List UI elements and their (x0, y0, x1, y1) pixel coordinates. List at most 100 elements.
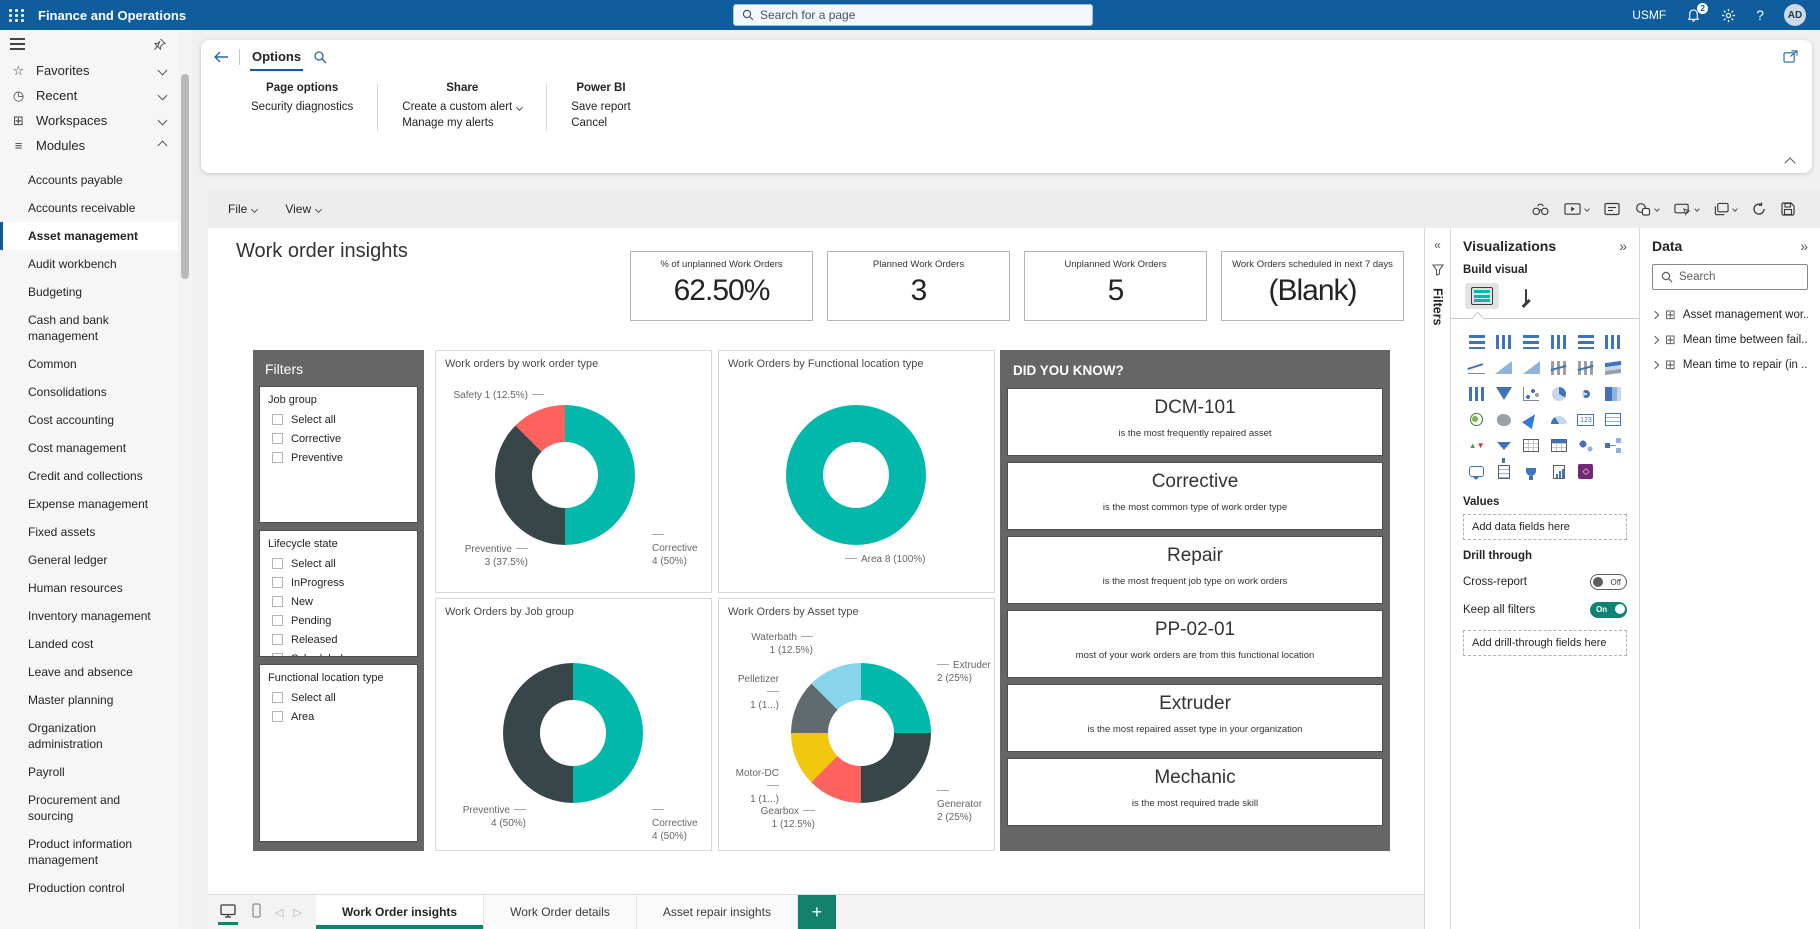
values-field-well[interactable]: Add data fields here (1463, 514, 1627, 540)
100-stacked-column-chart-icon[interactable] (1602, 333, 1624, 350)
checkbox[interactable] (272, 558, 283, 569)
collapse-action-pane-chevron[interactable] (1784, 157, 1795, 168)
sidebar-module-item[interactable]: Procurement and sourcing (0, 786, 178, 830)
card-icon[interactable] (1575, 411, 1597, 428)
pin-icon[interactable] (153, 38, 166, 51)
sidebar-module-item[interactable]: Credit and collections (0, 462, 178, 490)
checkbox[interactable] (272, 692, 283, 703)
help-button[interactable]: ? (1756, 7, 1764, 23)
sidebar-module-item[interactable]: Product information management (0, 830, 178, 874)
button-cursor-icon[interactable] (1671, 199, 1702, 219)
action-search-icon[interactable] (313, 50, 327, 64)
report-page-tab[interactable]: Work Order details (484, 895, 637, 929)
did-you-know-panel[interactable]: DID YOU KNOW? DCM-101 is the most freque… (1000, 350, 1390, 851)
multi-row-card-icon[interactable] (1602, 411, 1624, 428)
matrix-icon[interactable] (1548, 437, 1570, 454)
notifications-button[interactable]: 2 (1686, 8, 1701, 23)
pages-icon[interactable] (1711, 199, 1740, 219)
donut-chart-asset-type[interactable]: Work Orders by Asset type Waterbath1 (12… (718, 598, 995, 851)
donut-chart-functional-location-type[interactable]: Work Orders by Functional location type … (718, 350, 995, 593)
refresh-icon[interactable] (1749, 199, 1769, 219)
next-page-icon[interactable]: ▷ (293, 906, 301, 919)
sidebar-section[interactable]: ◷ Recent (0, 83, 178, 108)
expand-chevron-icon[interactable] (1651, 360, 1659, 368)
checkbox[interactable] (272, 433, 283, 444)
view-menu[interactable]: View (271, 202, 335, 216)
slicer-icon[interactable] (1493, 437, 1515, 454)
app-launcher-icon[interactable] (0, 0, 34, 30)
checkbox[interactable] (272, 596, 283, 607)
report-page-tab[interactable]: Work Order insights (316, 895, 484, 929)
sidebar-module-item[interactable]: Audit workbench (0, 250, 178, 278)
filter-option[interactable]: InProgress (260, 573, 417, 592)
format-visual-tab[interactable] (1525, 290, 1527, 302)
data-field-item[interactable]: ⊞ Asset management wor... (1652, 302, 1808, 327)
donut-chart-job-group[interactable]: Work Orders by Job group Preventive4 (50… (435, 598, 712, 851)
did-you-know-card[interactable]: Extruder is the most repaired asset type… (1007, 684, 1383, 752)
tab-options[interactable]: Options (250, 40, 303, 74)
checkbox[interactable] (272, 634, 283, 645)
smart-narrative-icon[interactable] (1493, 463, 1515, 480)
map-icon[interactable] (1466, 411, 1488, 428)
line-chart-icon[interactable] (1466, 359, 1488, 376)
key-influencers-icon[interactable] (1575, 437, 1597, 454)
keep-all-filters-toggle[interactable]: On (1590, 602, 1627, 618)
report-page-tab[interactable]: Asset repair insights (637, 895, 798, 929)
filter-option[interactable]: Scheduled (260, 649, 417, 657)
create-custom-alert-button[interactable]: Create a custom alert (402, 101, 522, 113)
gauge-icon[interactable] (1548, 411, 1570, 428)
sidebar-module-item[interactable]: Asset management (0, 222, 178, 250)
filter-option[interactable]: New (260, 592, 417, 611)
filter-option[interactable]: Select all (260, 410, 417, 429)
clustered-column-chart-icon[interactable] (1548, 333, 1570, 350)
100-stacked-bar-chart-icon[interactable] (1575, 333, 1597, 350)
sidebar-module-item[interactable]: Payroll (0, 758, 178, 786)
sidebar-module-item[interactable]: Common (0, 350, 178, 378)
kpi-card[interactable]: Work Orders scheduled in next 7 days (Bl… (1221, 251, 1404, 321)
sidebar-module-item[interactable]: Human resources (0, 574, 178, 602)
line-and-stacked-column-chart-icon[interactable] (1548, 359, 1570, 376)
decomposition-tree-icon[interactable] (1602, 437, 1624, 454)
sidebar-module-item[interactable]: Master planning (0, 686, 178, 714)
kpi-icon[interactable] (1466, 437, 1488, 454)
drill-through-field-well[interactable]: Add drill-through fields here (1463, 630, 1627, 656)
checkbox[interactable] (272, 414, 283, 425)
funnel-chart-icon[interactable] (1493, 385, 1515, 402)
filter-option[interactable]: Select all (260, 688, 417, 707)
sidebar-module-item[interactable]: Inventory management (0, 602, 178, 630)
table-icon[interactable] (1520, 437, 1542, 454)
cancel-button[interactable]: Cancel (571, 117, 630, 129)
sidebar-module-item[interactable]: Cash and bank management (0, 306, 178, 350)
page-search-input[interactable]: Search for a page (733, 4, 1093, 26)
sidebar-section[interactable]: ⊞ Workspaces (0, 108, 178, 133)
checkbox[interactable] (272, 615, 283, 626)
qa-icon[interactable] (1466, 463, 1488, 480)
filter-option[interactable]: Corrective (260, 429, 417, 448)
add-page-button[interactable]: + (798, 895, 836, 929)
did-you-know-card[interactable]: DCM-101 is the most frequently repaired … (1007, 388, 1383, 456)
clustered-bar-chart-icon[interactable] (1520, 333, 1542, 350)
security-diagnostics-button[interactable]: Security diagnostics (251, 101, 353, 113)
cross-report-toggle[interactable]: Off (1590, 574, 1627, 590)
file-menu[interactable]: File (208, 202, 271, 216)
sidebar-module-item[interactable]: Budgeting (0, 278, 178, 306)
line-and-clustered-column-chart-icon[interactable] (1575, 359, 1597, 376)
checkbox[interactable] (272, 711, 283, 722)
sidebar-scrollbar[interactable] (178, 30, 192, 929)
donut-chart-work-order-type[interactable]: Work orders by work order type Safety 1 … (435, 350, 712, 593)
sidebar-module-item[interactable]: Production control (0, 874, 178, 902)
sidebar-module-item[interactable]: Accounts receivable (0, 194, 178, 222)
data-field-item[interactable]: ⊞ Mean time between fail... (1652, 327, 1808, 352)
company-selector[interactable]: USMF (1632, 8, 1666, 22)
open-in-new-window-icon[interactable] (1783, 50, 1798, 63)
sidebar-section[interactable]: ☆ Favorites (0, 58, 178, 83)
sidebar-module-item[interactable]: Landed cost (0, 630, 178, 658)
pie-chart-icon[interactable] (1548, 385, 1570, 402)
filter-funnel-icon[interactable] (1432, 264, 1444, 276)
azure-map-icon[interactable] (1520, 411, 1542, 428)
stacked-column-chart-icon[interactable] (1493, 333, 1515, 350)
did-you-know-card[interactable]: Mechanic is the most required trade skil… (1007, 758, 1383, 826)
filters-visual[interactable]: Filters Job group Select allCorrectivePr… (253, 350, 424, 851)
power-apps-icon[interactable] (1575, 463, 1597, 480)
manage-my-alerts-button[interactable]: Manage my alerts (402, 117, 522, 129)
